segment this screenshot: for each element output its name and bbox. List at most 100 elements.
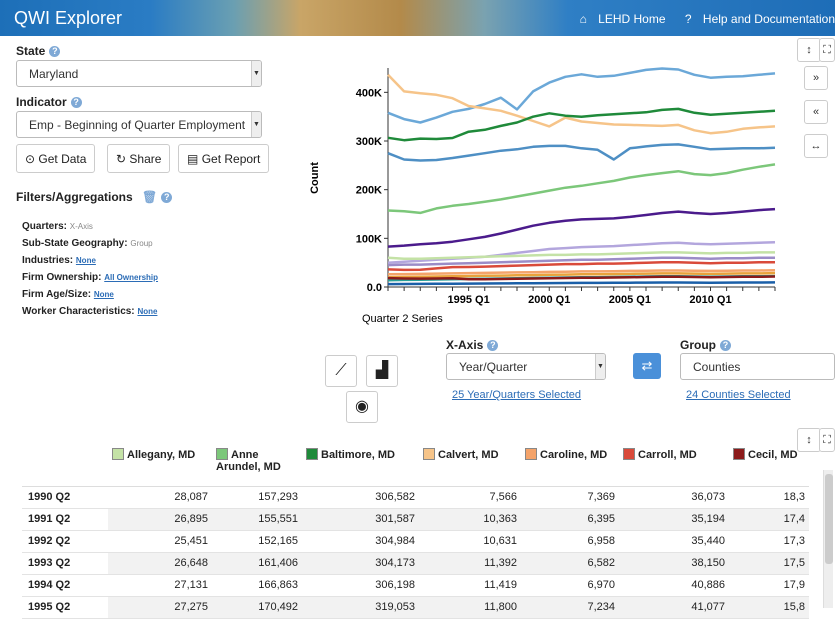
table-body: 1990 Q2 28,087 157,293 306,582 7,566 7,369 36,…	[22, 486, 809, 619]
trash-icon[interactable]: 🗑	[142, 190, 157, 204]
legend-swatch	[623, 448, 635, 460]
column-header-label: Cecil, MD	[748, 449, 798, 461]
table-cell: 25,451	[108, 530, 212, 553]
expand-horizontal-icon[interactable]: ↔	[804, 134, 828, 158]
map-icon[interactable]: ◉	[346, 391, 378, 423]
indicator-label-text: Indicator	[16, 95, 67, 109]
get-data-button[interactable]: ⊙ Get Data	[16, 144, 96, 173]
group-select[interactable]: Counties	[680, 353, 835, 380]
table-cell: 17,3	[729, 530, 809, 553]
lehd-home-link[interactable]: ⌂ LEHD Home	[572, 12, 666, 26]
filter-quarters: Quarters: X-Axis	[22, 218, 158, 235]
chevron-down-icon: ▼	[251, 61, 261, 86]
table-cell: 35,194	[619, 508, 729, 531]
fullscreen-icon[interactable]: ⛶	[819, 38, 835, 62]
filter-quarters-value: X-Axis	[69, 222, 93, 231]
x-axis-label: Quarter 2 Series	[362, 313, 443, 325]
header-links: ⌂ LEHD Home ? Help and Documentation	[564, 12, 835, 26]
table-cell: 319,053	[302, 596, 419, 619]
bar-chart-icon[interactable]: ▟	[366, 355, 398, 387]
filter-ownership: Firm Ownership: All Ownership	[22, 269, 158, 286]
table-cell: 7,369	[521, 486, 619, 509]
x-tick-label: 2005 Q1	[609, 294, 651, 306]
line-chart-icon[interactable]: ⟋	[325, 355, 357, 387]
table-cell: 17,5	[729, 552, 809, 575]
forward-icon[interactable]: »	[804, 66, 828, 90]
indicator-select[interactable]: Emp - Beginning of Quarter Employment ▼	[16, 111, 262, 138]
counties-selected-link[interactable]: 24 Counties Selected	[686, 389, 791, 401]
get-data-label: Get Data	[38, 152, 87, 166]
table-cell: 15,8	[729, 596, 809, 619]
column-header[interactable]: Cecil, MD	[729, 444, 809, 487]
table-cell: 18,3	[729, 486, 809, 509]
table-cell: 27,131	[108, 574, 212, 597]
filter-quarters-label: Quarters:	[22, 221, 68, 232]
fullscreen-icon[interactable]: ⛶	[819, 428, 835, 452]
column-header[interactable]: Anne Arundel, MD	[212, 444, 302, 487]
print-icon: ▤	[187, 152, 199, 166]
indicator-value: Emp - Beginning of Quarter Employment	[29, 118, 246, 132]
legend-swatch	[112, 448, 124, 460]
scrollbar-thumb[interactable]	[825, 474, 833, 564]
filter-geo-label: Sub-State Geography:	[22, 238, 128, 249]
column-header[interactable]: Carroll, MD	[619, 444, 729, 487]
table-cell: 152,165	[212, 530, 302, 553]
share-label: Share	[129, 152, 162, 166]
table-cell: 155,551	[212, 508, 302, 531]
table-cell: 6,582	[521, 552, 619, 575]
column-header[interactable]: Caroline, MD	[521, 444, 619, 487]
column-header[interactable]: Calvert, MD	[419, 444, 521, 487]
filter-ownership-link[interactable]: All Ownership	[104, 273, 158, 282]
table-cell: 7,566	[419, 486, 521, 509]
swap-icon[interactable]: ⇄	[633, 353, 661, 379]
help-icon[interactable]: ?	[720, 340, 731, 352]
filters-list: Quarters: X-Axis Sub-State Geography: Gr…	[22, 218, 158, 320]
table-cell: 161,406	[212, 552, 302, 575]
table-cell: 157,293	[212, 486, 302, 509]
help-icon[interactable]: ?	[49, 46, 61, 58]
table-cell: 10,363	[419, 508, 521, 531]
table-cell: 7,234	[521, 596, 619, 619]
share-button[interactable]: ↻ Share	[107, 144, 171, 173]
y-tick-label: 0.0	[367, 282, 382, 294]
row-label: 1990 Q2	[22, 486, 108, 509]
column-header-label: Carroll, MD	[638, 449, 697, 461]
year-quarters-selected-link[interactable]: 25 Year/Quarters Selected	[452, 389, 581, 401]
table-row: 1990 Q2 28,087 157,293 306,582 7,566 7,369 36,…	[22, 486, 809, 509]
help-icon[interactable]: ?	[70, 97, 82, 109]
help-link[interactable]: ? Help and Documentation	[677, 12, 835, 26]
row-label: 1993 Q2	[22, 552, 108, 575]
filter-agesize-link[interactable]: None	[94, 290, 114, 299]
legend-swatch	[733, 448, 745, 460]
filter-ownership-label: Firm Ownership:	[22, 272, 102, 283]
xaxis-select[interactable]: Year/Quarter ▼	[446, 353, 606, 380]
help-icon[interactable]: ?	[487, 340, 499, 352]
sort-icon[interactable]: ↕	[797, 38, 821, 62]
y-tick-label: 100K	[356, 233, 382, 245]
table-cell: 26,895	[108, 508, 212, 531]
column-header[interactable]: Baltimore, MD	[302, 444, 419, 487]
question-icon: ?	[684, 12, 692, 26]
help-label: Help and Documentation	[702, 12, 835, 26]
share-icon: ↻	[116, 152, 127, 166]
back-icon[interactable]: «	[804, 100, 828, 124]
filter-worker-label: Worker Characteristics:	[22, 306, 135, 317]
state-value: Maryland	[29, 67, 79, 81]
filter-agesize: Firm Age/Size: None	[22, 286, 158, 303]
y-tick-label: 200K	[356, 185, 382, 197]
help-icon[interactable]: ?	[161, 192, 173, 204]
legend-swatch	[306, 448, 318, 460]
table-scrollbar[interactable]	[823, 470, 833, 608]
state-label-text: State	[16, 44, 46, 58]
get-report-button[interactable]: ▤ Get Report	[178, 144, 270, 173]
filter-industries-link[interactable]: None	[76, 256, 96, 265]
filters-title-text: Filters/Aggregations	[16, 190, 133, 204]
column-header-label: Caroline, MD	[540, 449, 608, 461]
series-line-1	[387, 73, 776, 135]
legend-swatch	[525, 448, 537, 460]
column-header[interactable]: Allegany, MD	[108, 444, 212, 487]
filter-worker-link[interactable]: None	[137, 307, 157, 316]
state-select[interactable]: Maryland ▼	[16, 60, 262, 87]
table-cell: 11,800	[419, 596, 521, 619]
group-label: Group?	[680, 338, 731, 352]
